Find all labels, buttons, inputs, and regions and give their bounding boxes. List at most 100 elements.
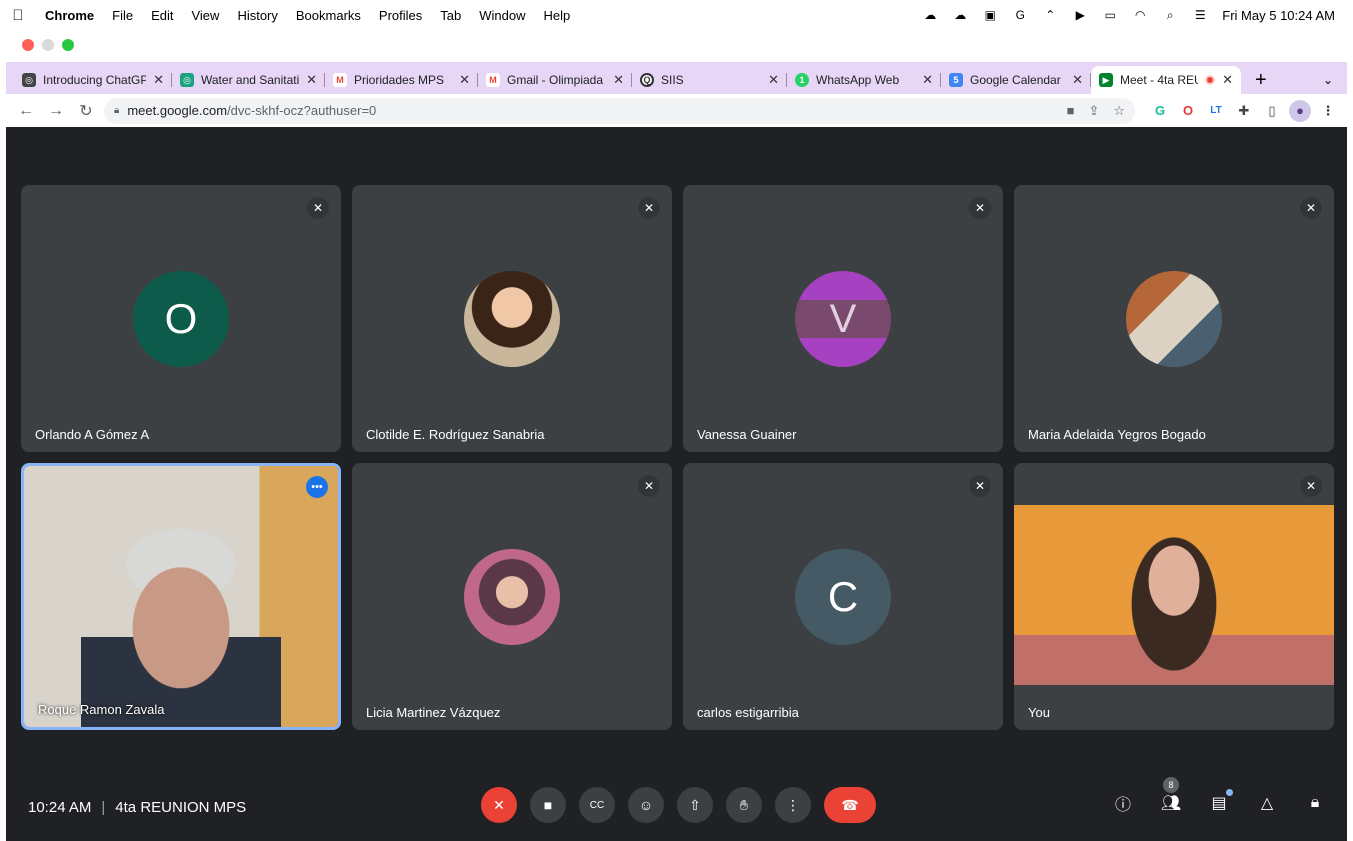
present-button[interactable]: ⇧ xyxy=(677,787,713,823)
menu-help[interactable]: Help xyxy=(535,8,580,23)
participant-tile[interactable]: ✕ Clotilde E. Rodríguez Sanabria xyxy=(352,185,672,452)
participant-tile[interactable]: ✕ C carlos estigarribia xyxy=(683,463,1003,730)
menu-file[interactable]: File xyxy=(103,8,142,23)
tab-title: Google Calendar xyxy=(970,73,1061,87)
meeting-title: 4ta REUNION MPS xyxy=(115,799,247,816)
tab-gmail-olimpiada[interactable]: M Gmail - Olimpiada ✕ xyxy=(478,66,632,94)
bookmark-star-icon[interactable]: ☆ xyxy=(1113,103,1125,119)
menu-window[interactable]: Window xyxy=(470,8,534,23)
close-window-button[interactable] xyxy=(22,39,34,51)
close-tab-icon[interactable]: ✕ xyxy=(1222,72,1233,88)
close-tab-icon[interactable]: ✕ xyxy=(153,72,164,88)
menu-edit[interactable]: Edit xyxy=(142,8,182,23)
participant-tile[interactable]: ✕ Maria Adelaida Yegros Bogado xyxy=(1014,185,1334,452)
tab-title: Introducing ChatGPT xyxy=(43,73,147,87)
mic-toggle-button[interactable]: ✕ xyxy=(481,787,517,823)
reload-icon[interactable]: ↻ xyxy=(74,99,98,123)
close-tab-icon[interactable]: ✕ xyxy=(1072,72,1083,88)
cloud-icon[interactable]: ☁ xyxy=(952,8,968,22)
activities-icon: △ xyxy=(1260,795,1274,812)
wifi-icon[interactable]: ◠ xyxy=(1132,8,1148,22)
zoom-window-button[interactable] xyxy=(62,39,74,51)
menu-chrome[interactable]: Chrome xyxy=(36,8,103,23)
forward-icon[interactable]: → xyxy=(44,99,68,123)
reactions-button[interactable]: ☺ xyxy=(628,787,664,823)
tab-chatgpt[interactable]: ◎ Introducing ChatGPT ✕ xyxy=(14,66,172,94)
close-tab-icon[interactable]: ✕ xyxy=(459,72,470,88)
hand-icon: ✋︎ xyxy=(740,796,748,813)
participant-tile[interactable]: ✕ Licia Martinez Vázquez xyxy=(352,463,672,730)
tab-search-chevron-icon[interactable]: ⌄ xyxy=(1323,66,1333,94)
tab-siis[interactable]: Q SIIS ✕ xyxy=(632,66,787,94)
new-tab-button[interactable]: + xyxy=(1241,66,1281,94)
close-tab-icon[interactable]: ✕ xyxy=(306,72,317,88)
people-button[interactable]: 8 👥︎ xyxy=(1159,777,1183,815)
back-icon[interactable]: ← xyxy=(14,99,38,123)
leave-call-button[interactable]: ☎ xyxy=(824,787,876,823)
control-center-icon[interactable]: ☰ xyxy=(1192,8,1208,22)
activities-button[interactable]: △ xyxy=(1255,791,1279,815)
gmail-icon: M xyxy=(486,73,500,87)
grammarly-icon[interactable]: G xyxy=(1012,8,1028,22)
more-options-icon[interactable]: ••• xyxy=(306,476,328,498)
more-options-button[interactable]: ⋮ xyxy=(775,787,811,823)
mic-off-icon: ✕ xyxy=(638,197,660,219)
profile-avatar[interactable]: ● xyxy=(1289,99,1311,122)
chrome-menu-icon[interactable]: ⋮ xyxy=(1317,100,1339,122)
address-bar[interactable]: 🔒︎ meet.google.com/dvc-skhf-ocz?authuser… xyxy=(104,97,1135,124)
menu-tab[interactable]: Tab xyxy=(431,8,470,23)
close-tab-icon[interactable]: ✕ xyxy=(922,72,933,88)
side-panel-icon[interactable]: ▯ xyxy=(1261,100,1283,122)
close-tab-icon[interactable]: ✕ xyxy=(613,72,624,88)
play-icon[interactable]: ▶ xyxy=(1072,8,1088,22)
mic-off-icon: ✕ xyxy=(1300,197,1322,219)
tab-whatsapp[interactable]: 1 WhatsApp Web ✕ xyxy=(787,66,941,94)
meet-stage: ✕ O Orlando A Gómez A ✕ Clotilde E. Rodr… xyxy=(6,127,1347,841)
url-host: meet.google.com xyxy=(127,103,228,118)
camera-toggle-button[interactable]: ■ xyxy=(530,787,566,823)
avatar-initial: C xyxy=(827,573,859,620)
participant-count-badge: 8 xyxy=(1163,777,1179,793)
hang-up-icon: ☎ xyxy=(841,796,859,813)
search-icon[interactable]: ⌕ xyxy=(1162,8,1178,22)
host-controls-button[interactable]: 🔒︎ xyxy=(1303,791,1327,815)
menu-profiles[interactable]: Profiles xyxy=(370,8,431,23)
lock-icon[interactable]: 🔒︎ xyxy=(114,105,119,116)
language-tool-icon[interactable]: LT xyxy=(1205,100,1227,122)
close-tab-icon[interactable]: ✕ xyxy=(768,72,779,88)
self-view-tile[interactable]: ✕ You xyxy=(1014,463,1334,730)
tab-meet[interactable]: ▶ Meet - 4ta REUNION ✕ xyxy=(1091,66,1241,94)
recording-icon xyxy=(1205,75,1216,85)
creative-cloud-icon[interactable]: ☁ xyxy=(922,8,938,22)
extensions-puzzle-icon[interactable]: ✚ xyxy=(1233,100,1255,122)
battery-icon[interactable]: ▭ xyxy=(1102,8,1118,22)
grammarly-extension-icon[interactable]: G xyxy=(1149,100,1171,122)
meeting-details-button[interactable]: ⓘ xyxy=(1111,791,1135,815)
captions-button[interactable]: CC xyxy=(579,787,615,823)
nordvpn-icon[interactable]: ⌃ xyxy=(1042,8,1058,22)
participant-tile[interactable]: ✕ O Orlando A Gómez A xyxy=(21,185,341,452)
minimize-window-button[interactable] xyxy=(42,39,54,51)
tab-google-calendar[interactable]: 5 Google Calendar ✕ xyxy=(941,66,1091,94)
menu-history[interactable]: History xyxy=(228,8,286,23)
participant-tile[interactable]: ✕ V Vanessa Guainer xyxy=(683,185,1003,452)
gmail-icon: M xyxy=(333,73,347,87)
chat-button[interactable]: ▤ xyxy=(1207,789,1233,815)
avatar-photo xyxy=(1126,271,1222,367)
camera-in-use-icon[interactable]: ■ xyxy=(1067,103,1075,119)
tab-water-sanitation[interactable]: ◎ Water and Sanitation ✕ xyxy=(172,66,325,94)
meet-icon: ▶ xyxy=(1099,73,1113,87)
menu-bookmarks[interactable]: Bookmarks xyxy=(287,8,370,23)
participant-name: You xyxy=(1028,705,1050,720)
participant-tile-video[interactable]: ••• Roque Ramon Zavala xyxy=(21,463,341,730)
participant-name: Maria Adelaida Yegros Bogado xyxy=(1028,427,1206,442)
tab-prioridades[interactable]: M Prioridades MPS ✕ xyxy=(325,66,478,94)
opera-extension-icon[interactable]: O xyxy=(1177,100,1199,122)
raise-hand-button[interactable]: ✋︎ xyxy=(726,787,762,823)
drive-icon[interactable]: ▣ xyxy=(982,8,998,22)
siis-icon: Q xyxy=(640,73,654,87)
apple-icon[interactable]:  xyxy=(0,7,36,24)
share-icon[interactable]: ⇪ xyxy=(1088,103,1099,119)
menubar-clock[interactable]: Fri May 5 10:24 AM xyxy=(1222,8,1335,23)
menu-view[interactable]: View xyxy=(182,8,228,23)
